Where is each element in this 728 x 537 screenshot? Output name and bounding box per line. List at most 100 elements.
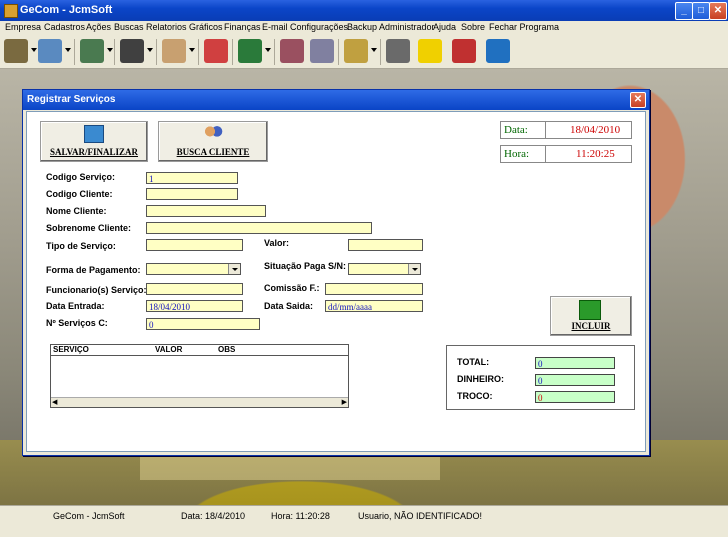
- status-bar: GeCom - JcmSoft Data: 18/4/2010 Hora: 11…: [0, 505, 728, 537]
- calculator-icon: [80, 39, 104, 63]
- funcionario-label: Funcionario(s) Serviço:: [46, 285, 147, 295]
- forma-pagamento-label: Forma de Pagamento:: [46, 265, 141, 275]
- codigo-servico-field[interactable]: 1: [146, 172, 238, 184]
- menu-graficos[interactable]: Gráficos: [189, 22, 223, 32]
- troco-field[interactable]: 0: [535, 391, 615, 403]
- data-saida-label: Data Saida:: [264, 301, 314, 311]
- help-icon: [418, 39, 442, 63]
- dropdown-arrow-icon: [189, 48, 195, 52]
- save-finalize-button[interactable]: SALVAR/FINALIZAR: [40, 121, 148, 162]
- time-box: Hora: 11:20:25: [500, 145, 632, 163]
- dropdown-arrow-icon: [371, 48, 377, 52]
- briefcase-icon: [4, 39, 28, 63]
- menu-sobre[interactable]: Sobre: [461, 22, 485, 32]
- menu-empresa[interactable]: Empresa: [5, 22, 41, 32]
- dropdown-arrow-icon: [147, 48, 153, 52]
- dinheiro-label: DINHEIRO:: [457, 374, 504, 384]
- services-table[interactable]: SERVIÇO VALOR OBS ◀ ▶: [50, 344, 349, 408]
- valor-label: Valor:: [264, 238, 290, 248]
- menu-acoes[interactable]: Ações: [86, 22, 111, 32]
- scroll-left-icon[interactable]: ◀: [52, 398, 57, 406]
- menu-configuracoes[interactable]: Configurações: [290, 22, 348, 32]
- dialog-title: Registrar Serviços: [27, 94, 116, 105]
- comissao-label: Comissão F.:: [264, 283, 320, 293]
- situacao-paga-select[interactable]: [348, 263, 421, 275]
- totals-box: TOTAL: 0 DINHEIRO: 0 TROCO: 0: [446, 345, 635, 410]
- menu-backup[interactable]: Backup: [347, 22, 377, 32]
- chevron-down-icon[interactable]: [228, 264, 240, 274]
- registrar-servicos-dialog: Registrar Serviços ✕ SALVAR/FINALIZAR BU…: [22, 89, 650, 456]
- codigo-cliente-label: Codigo Cliente:: [46, 189, 113, 199]
- chevron-down-icon[interactable]: [408, 264, 420, 274]
- status-user: Usuario, NÃO IDENTIFICADO!: [358, 511, 483, 521]
- minimize-button[interactable]: _: [675, 2, 693, 20]
- app-icon: [4, 4, 18, 18]
- valor-field[interactable]: [348, 239, 423, 251]
- toolbar-separator: [232, 39, 233, 65]
- menu-ajuda[interactable]: Ajuda: [433, 22, 456, 32]
- funcionario-field[interactable]: [146, 283, 243, 295]
- codigo-cliente-field[interactable]: [146, 188, 238, 200]
- status-time: Hora: 11:20:28: [271, 511, 330, 521]
- divider: [545, 122, 546, 138]
- menu-relatorios[interactable]: Relatorios: [146, 22, 187, 32]
- close-button[interactable]: ✕: [709, 2, 727, 20]
- column-header-valor[interactable]: VALOR: [155, 345, 182, 354]
- num-servicos-field[interactable]: 0: [146, 318, 260, 330]
- time-value: 11:20:25: [576, 148, 615, 160]
- data-entrada-field[interactable]: 18/04/2010: [146, 300, 243, 312]
- scroll-right-icon[interactable]: ▶: [342, 398, 347, 406]
- column-header-obs[interactable]: OBS: [218, 345, 235, 354]
- data-saida-field[interactable]: dd/mm/aaaa: [325, 300, 423, 312]
- nome-cliente-label: Nome Cliente:: [46, 206, 107, 216]
- exit-icon: [486, 39, 510, 63]
- situacao-paga-label: Situação Paga S/N:: [264, 261, 347, 271]
- backup-icon: [344, 39, 368, 63]
- menu-financas[interactable]: Finanças: [224, 22, 261, 32]
- troco-label: TROCO:: [457, 391, 493, 401]
- dropdown-arrow-icon: [107, 48, 113, 52]
- toolbar-separator: [198, 39, 199, 65]
- time-label: Hora:: [504, 148, 530, 160]
- num-servicos-label: Nº Serviços C:: [46, 318, 108, 328]
- tipo-servico-label: Tipo de Serviço:: [46, 241, 116, 251]
- comissao-field[interactable]: [325, 283, 423, 295]
- data-entrada-label: Data Entrada:: [46, 301, 105, 311]
- search-client-button[interactable]: BUSCA CLIENTE: [158, 121, 268, 162]
- user-admin-icon: [386, 39, 410, 63]
- forma-pagamento-select[interactable]: [146, 263, 241, 275]
- app-title: GeCom - JcmSoft: [20, 4, 113, 16]
- maximize-button[interactable]: □: [692, 2, 710, 20]
- status-date: Data: 18/4/2010: [181, 511, 246, 521]
- app-title-bar: GeCom - JcmSoft _ □ ✕: [0, 0, 728, 21]
- date-value: 18/04/2010: [570, 124, 621, 136]
- codigo-servico-label: Codigo Serviço:: [46, 172, 116, 182]
- dialog-title-bar: Registrar Serviços ✕: [23, 90, 649, 110]
- menu-fechar-programa[interactable]: Fechar Programa: [489, 22, 559, 32]
- toolbar-separator: [114, 39, 115, 65]
- handshake-icon: [38, 39, 62, 63]
- dialog-close-button[interactable]: ✕: [630, 92, 646, 108]
- menu-bar: Empresa Cadastros Ações Buscas Relatorio…: [0, 21, 728, 35]
- menu-administrador[interactable]: Administrador: [379, 22, 435, 32]
- include-button[interactable]: INCLUIR: [550, 296, 632, 336]
- menu-cadastros[interactable]: Cadastros: [44, 22, 85, 32]
- nome-cliente-field[interactable]: [146, 205, 266, 217]
- save-finalize-label: SALVAR/FINALIZAR: [49, 147, 139, 157]
- checkmark-icon: [579, 300, 601, 320]
- menu-buscas[interactable]: Buscas: [114, 22, 144, 32]
- total-field[interactable]: 0: [535, 357, 615, 369]
- horizontal-scrollbar[interactable]: ◀ ▶: [51, 397, 348, 407]
- column-header-servico[interactable]: SERVIÇO: [53, 345, 89, 354]
- report-icon: [162, 39, 186, 63]
- sobrenome-cliente-field[interactable]: [146, 222, 372, 234]
- dropdown-arrow-icon: [65, 48, 71, 52]
- search-client-label: BUSCA CLIENTE: [176, 147, 250, 157]
- dinheiro-field[interactable]: 0: [535, 374, 615, 386]
- total-label: TOTAL:: [457, 357, 490, 367]
- chart-icon: [204, 39, 228, 63]
- tipo-servico-field[interactable]: [146, 239, 243, 251]
- dialog-body: SALVAR/FINALIZAR BUSCA CLIENTE Data: 18/…: [26, 111, 646, 452]
- dropdown-arrow-icon: [31, 48, 37, 52]
- menu-email[interactable]: E-mail: [262, 22, 288, 32]
